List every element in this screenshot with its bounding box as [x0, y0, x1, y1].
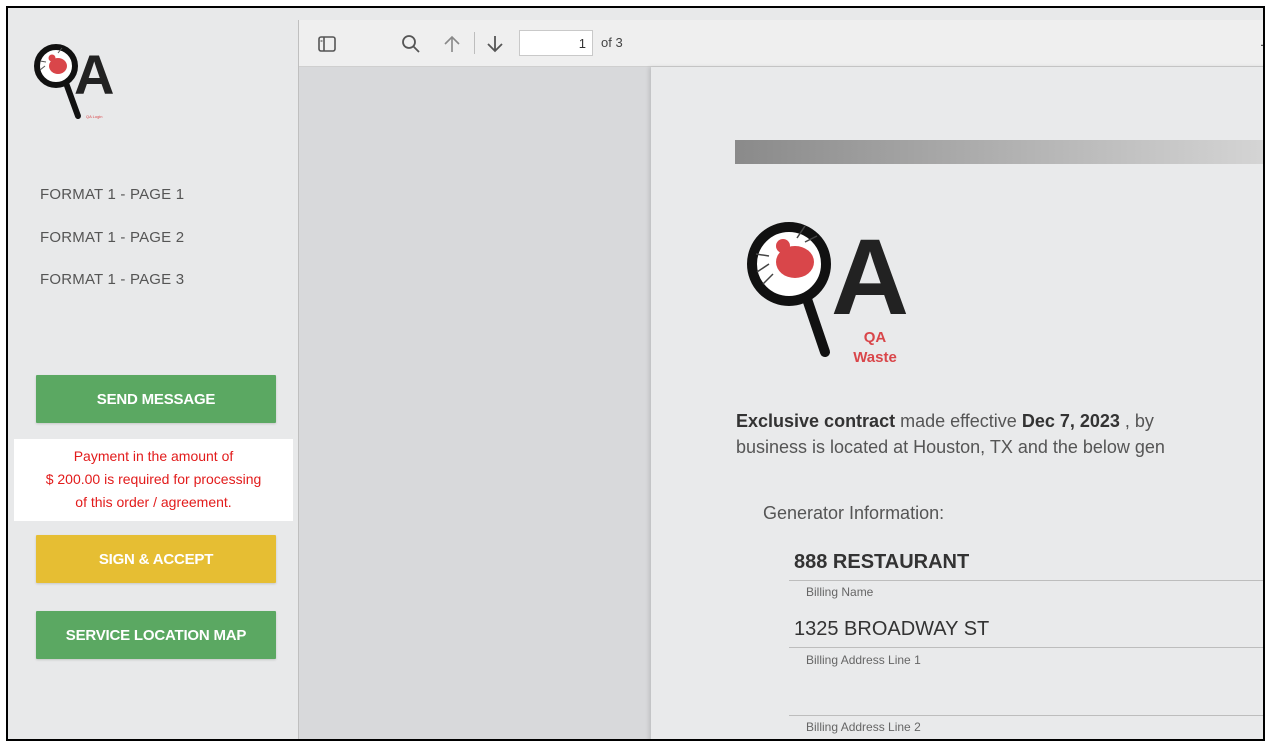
nav-format1-page1[interactable]: FORMAT 1 - PAGE 1	[40, 186, 184, 203]
billing-address2-label: Billing Address Line 2	[806, 720, 921, 734]
nav-format1-page3[interactable]: FORMAT 1 - PAGE 3	[40, 271, 184, 288]
toolbar-separator	[474, 32, 475, 54]
billing-name-label: Billing Name	[806, 585, 874, 599]
billing-address1-value: 1325 BROADWAY ST	[794, 618, 990, 640]
sign-accept-button[interactable]: SIGN & ACCEPT	[36, 535, 276, 583]
search-icon[interactable]	[401, 34, 421, 54]
billing-name-line	[789, 580, 1263, 581]
page-number-input[interactable]	[519, 30, 593, 56]
generator-info-title: Generator Information:	[763, 503, 945, 523]
zoom-out-icon[interactable]: —	[1261, 34, 1263, 55]
logo-letter: A	[831, 216, 909, 337]
qa-logo: A QA Login	[34, 43, 114, 119]
page-count: of 3	[601, 35, 623, 50]
logo-caption-waste: Waste	[853, 349, 897, 366]
pdf-viewer: of 3 — A QA Waste Exclusive contract mad…	[298, 20, 1263, 739]
viewer-toolbar: of 3 —	[299, 20, 1263, 67]
contract-tail: , by	[1119, 411, 1154, 431]
contract-text: made effective	[895, 411, 1022, 431]
notice-line-3: of this order / agreement.	[75, 494, 232, 510]
contract-date: Dec 7, 2023	[1021, 411, 1120, 431]
thumbnail-pane	[299, 67, 651, 739]
billing-address1-line	[789, 647, 1263, 648]
notice-line-1: Payment in the amount of	[73, 448, 234, 464]
logo-caption-qa: QA	[864, 329, 887, 346]
svg-text:A: A	[74, 43, 114, 106]
billing-address1-label: Billing Address Line 1	[806, 653, 921, 667]
billing-name-value: 888 RESTAURANT	[794, 551, 970, 573]
sidebar-toggle-icon[interactable]	[317, 34, 337, 54]
notice-line-2: $ 200.00 is required for processing	[45, 471, 262, 487]
document-page: A QA Waste Exclusive contract made effec…	[651, 67, 1263, 739]
send-message-button[interactable]: SEND MESSAGE	[36, 375, 276, 423]
service-location-map-button[interactable]: SERVICE LOCATION MAP	[36, 611, 276, 659]
qa-waste-logo: A QA Waste	[747, 216, 909, 366]
app-frame: A QA Login FORMAT 1 - PAGE 1 FORMAT 1 - …	[6, 6, 1265, 741]
contract-line-2: business is located at Houston, TX and t…	[736, 437, 1165, 457]
arrow-up-icon[interactable]	[442, 34, 462, 54]
arrow-down-icon[interactable]	[485, 34, 505, 54]
nav-format1-page2[interactable]: FORMAT 1 - PAGE 2	[40, 229, 184, 246]
contract-line-1: Exclusive contract made effective Dec 7,…	[736, 411, 1154, 432]
billing-address2-line	[789, 715, 1263, 716]
contract-lead: Exclusive contract	[736, 411, 896, 431]
logo-caption: QA Login	[86, 114, 102, 119]
payment-notice: Payment in the amount of $ 200.00 is req…	[14, 439, 293, 521]
sidebar: A QA Login FORMAT 1 - PAGE 1 FORMAT 1 - …	[8, 8, 298, 739]
header-bar	[735, 140, 1263, 164]
